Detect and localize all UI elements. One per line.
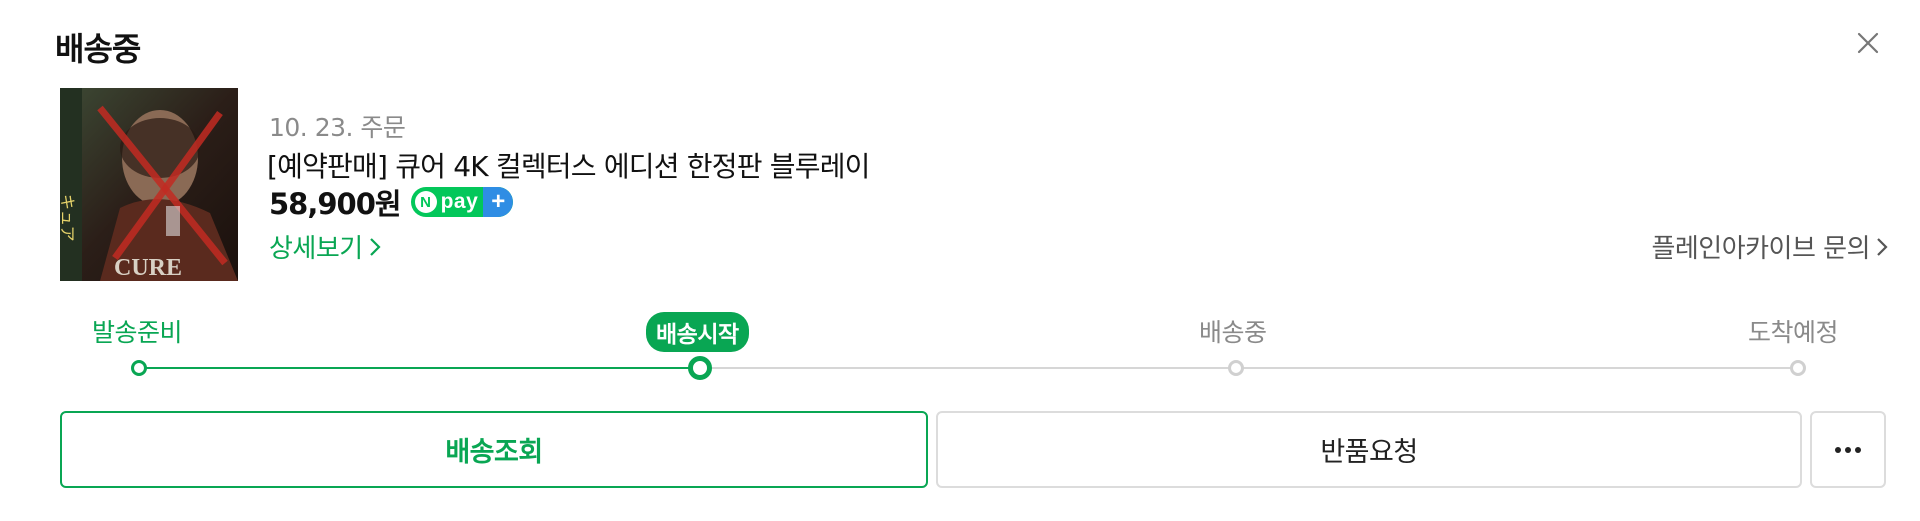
delivery-status-title: 배송중 xyxy=(55,30,141,68)
order-date: 10. 23. 주문 xyxy=(269,113,406,142)
progress-dot-step-2 xyxy=(688,356,712,380)
detail-view-link[interactable]: 상세보기 xyxy=(269,228,381,265)
delivery-card: 배송중 キュア CURE 10. 23. 주문 [예약판매] 큐어 4K 컬렉터… xyxy=(0,0,1920,521)
npay-plus-badge: N pay + xyxy=(410,187,514,217)
product-price: 58,900원 xyxy=(269,187,402,221)
npay-n-icon: N xyxy=(414,191,437,213)
chevron-right-icon xyxy=(369,237,381,256)
step-label-ready: 발송준비 xyxy=(92,318,183,347)
track-delivery-button[interactable]: 배송조회 xyxy=(60,411,928,488)
step-label-shipped: 배송시작 xyxy=(646,312,749,352)
progress-track-complete xyxy=(138,367,700,369)
npay-plus-icon: + xyxy=(483,187,514,217)
chevron-right-icon xyxy=(1877,237,1888,256)
close-button[interactable] xyxy=(1853,28,1883,58)
seller-inquiry-label: 플레인아카이브 문의 xyxy=(1651,234,1870,264)
price-row: 58,900원 N pay + xyxy=(269,182,514,222)
step-label-in-transit: 배송중 xyxy=(1199,318,1267,347)
detail-view-label: 상세보기 xyxy=(269,234,363,264)
product-name[interactable]: [예약판매] 큐어 4K 컬렉터스 에디션 한정판 블루레이 xyxy=(267,145,870,185)
cover-title-text: CURE xyxy=(114,255,182,281)
npay-text: pay xyxy=(440,190,479,213)
close-icon xyxy=(1857,32,1879,54)
more-dots-icon xyxy=(1835,446,1861,453)
progress-track-remaining xyxy=(700,367,1800,369)
product-thumbnail[interactable]: キュア CURE xyxy=(60,88,238,281)
return-request-button[interactable]: 반품요청 xyxy=(936,411,1802,488)
progress-dot-step-3 xyxy=(1228,360,1244,376)
product-cover-art: キュア CURE xyxy=(60,88,238,281)
progress-dot-step-1 xyxy=(131,360,147,376)
svg-text:キュア: キュア xyxy=(60,194,77,242)
more-options-button[interactable] xyxy=(1810,411,1886,488)
seller-inquiry-link[interactable]: 플레인아카이브 문의 xyxy=(1651,228,1888,265)
step-label-arrival: 도착예정 xyxy=(1748,318,1839,347)
progress-dot-step-4 xyxy=(1790,360,1806,376)
